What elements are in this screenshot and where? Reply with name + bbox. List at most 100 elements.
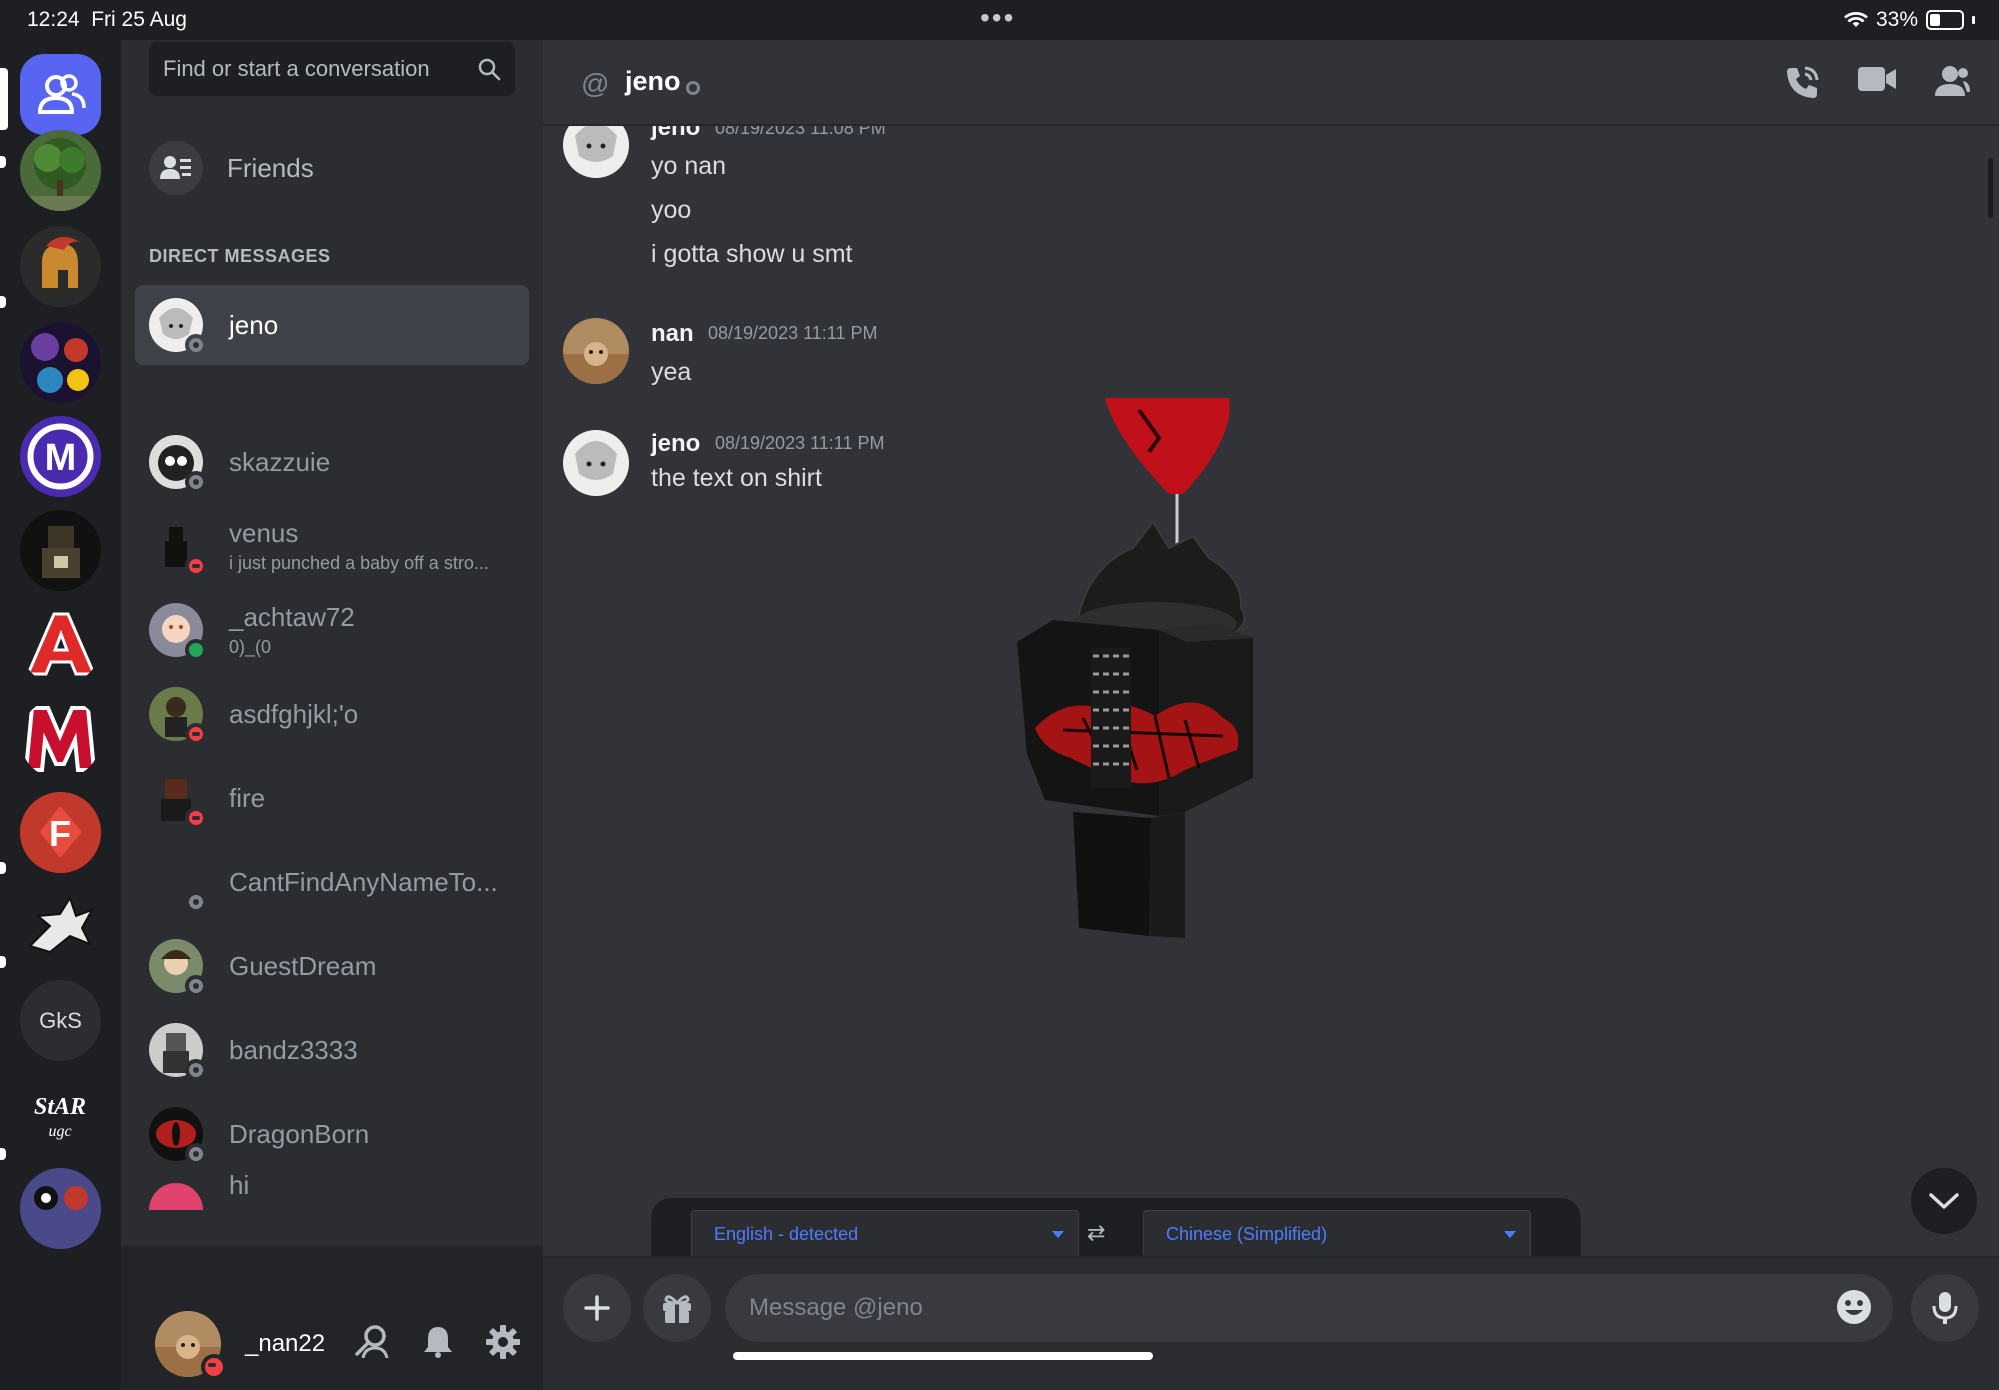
message-text: the text on shirt bbox=[651, 464, 822, 492]
voice-call-icon[interactable] bbox=[1783, 64, 1821, 102]
voice-message-button[interactable] bbox=[1911, 1274, 1979, 1342]
dm-item-achtaw72[interactable]: _achtaw72 0)_(0 bbox=[135, 590, 529, 670]
battery-icon bbox=[1926, 10, 1964, 30]
emoji-icon[interactable] bbox=[1835, 1288, 1873, 1326]
server-f-logo[interactable]: F bbox=[20, 792, 101, 873]
direct-messages-header: DIRECT MESSAGES bbox=[149, 246, 331, 266]
server-gks[interactable]: GkS bbox=[20, 980, 101, 1061]
unread-indicator bbox=[0, 1148, 6, 1160]
avatar-render-image bbox=[1017, 398, 1253, 938]
dm-item-dragonborn[interactable]: DragonBorn bbox=[135, 1094, 529, 1174]
server-collage[interactable] bbox=[20, 322, 101, 403]
star-logo-icon: StAR ugc bbox=[20, 1074, 101, 1155]
avatar[interactable] bbox=[563, 318, 629, 384]
battery-nub bbox=[1972, 16, 1975, 24]
message-input-placeholder: Message @jeno bbox=[749, 1294, 923, 1321]
m-red-logo-icon bbox=[23, 706, 97, 772]
friends-nav-item[interactable]: Friends bbox=[149, 136, 314, 200]
dm-item-jeno-selected[interactable]: jeno bbox=[135, 285, 529, 365]
dm-item-bandz3333[interactable]: bandz3333 bbox=[135, 1010, 529, 1090]
svg-text:F: F bbox=[49, 813, 71, 854]
m-logo-icon: M bbox=[20, 416, 101, 497]
dm-name: _achtaw72 bbox=[229, 602, 355, 632]
settings-gear-icon[interactable] bbox=[485, 1324, 521, 1360]
scrollbar-thumb[interactable] bbox=[1988, 158, 1993, 218]
chat-title[interactable]: jeno bbox=[625, 66, 681, 97]
status-dnd-icon bbox=[185, 555, 207, 577]
server-m-red[interactable] bbox=[20, 698, 101, 779]
status-dnd-icon bbox=[185, 807, 207, 829]
server-dark-figure[interactable] bbox=[20, 510, 101, 591]
server-m-purple[interactable]: M bbox=[20, 416, 101, 497]
server-spartan[interactable] bbox=[20, 226, 101, 307]
dm-name: venus bbox=[229, 518, 299, 548]
status-offline-icon bbox=[185, 471, 207, 493]
source-language-value: English - detected bbox=[714, 1223, 859, 1244]
dm-item-asdfghjkl[interactable]: asdfghjkl;'o bbox=[135, 674, 529, 754]
dragon-icon bbox=[28, 895, 95, 954]
server-avatar-group[interactable] bbox=[20, 1168, 101, 1249]
battery-level bbox=[1930, 14, 1940, 26]
message-text: yo nan bbox=[651, 152, 727, 180]
message-input[interactable]: Message @jeno bbox=[725, 1274, 1893, 1342]
search-icon bbox=[478, 58, 501, 81]
bell-icon[interactable] bbox=[421, 1324, 455, 1358]
search-input[interactable]: Find or start a conversation bbox=[149, 42, 515, 96]
dm-item-venus[interactable]: venus i just punched a baby off a stro..… bbox=[135, 506, 529, 586]
add-attachment-button[interactable] bbox=[563, 1274, 631, 1342]
server-gks-label: GkS bbox=[39, 1007, 82, 1033]
avatar bbox=[149, 1183, 203, 1210]
image-attachment[interactable] bbox=[923, 398, 1483, 958]
status-offline-icon bbox=[686, 81, 700, 95]
message-author[interactable]: jeno bbox=[651, 430, 700, 458]
target-language-select[interactable]: Chinese (Simplified) bbox=[1143, 1210, 1531, 1258]
at-icon: @ bbox=[581, 68, 610, 99]
home-indicator[interactable] bbox=[733, 1352, 1153, 1360]
multitasking-dots-icon[interactable]: ••• bbox=[980, 2, 1015, 34]
wifi-icon bbox=[1843, 12, 1868, 27]
status-offline-icon bbox=[185, 975, 207, 997]
direct-messages-home-button[interactable] bbox=[20, 54, 101, 135]
plus-icon bbox=[584, 1295, 610, 1321]
a-logo-icon bbox=[25, 612, 97, 676]
unread-indicator bbox=[0, 296, 6, 308]
status-offline-icon bbox=[185, 1059, 207, 1081]
video-call-icon[interactable] bbox=[1857, 64, 1897, 94]
spartan-helmet-icon bbox=[20, 226, 101, 307]
friends-label: Friends bbox=[227, 152, 314, 183]
unread-indicator bbox=[0, 156, 6, 168]
swap-languages-icon[interactable]: ⇄ bbox=[1087, 1220, 1105, 1246]
status-offline-icon bbox=[185, 1143, 207, 1165]
figure-avatar-icon bbox=[20, 510, 101, 591]
dm-item-cantfindanyname[interactable]: CantFindAnyNameTo... bbox=[135, 842, 529, 922]
server-dragon[interactable] bbox=[20, 886, 101, 967]
dm-item-fire[interactable]: fire bbox=[135, 758, 529, 838]
dm-item-hi[interactable]: hi bbox=[135, 1170, 529, 1210]
message-timestamp: 08/19/2023 11:11 PM bbox=[708, 323, 878, 343]
dm-name: asdfghjkl;'o bbox=[229, 698, 359, 729]
source-language-select[interactable]: English - detected bbox=[691, 1210, 1079, 1258]
server-list: M F GkS StAR ugc bbox=[0, 40, 121, 1390]
member-list-icon[interactable] bbox=[1933, 64, 1971, 98]
svg-text:StAR: StAR bbox=[34, 1094, 86, 1120]
server-tree[interactable] bbox=[20, 130, 101, 211]
svg-text:ugc: ugc bbox=[48, 1123, 71, 1140]
gift-button[interactable] bbox=[643, 1274, 711, 1342]
avatar[interactable] bbox=[563, 430, 629, 496]
selected-indicator bbox=[0, 68, 8, 130]
dm-item-skazzuie[interactable]: skazzuie bbox=[135, 422, 529, 502]
f-logo-icon: F bbox=[20, 792, 101, 873]
message-author[interactable]: nan bbox=[651, 320, 694, 348]
dm-item-guestdream[interactable]: GuestDream bbox=[135, 926, 529, 1006]
friends-icon bbox=[149, 141, 203, 195]
microphone-icon bbox=[1932, 1292, 1958, 1324]
friends-home-icon bbox=[37, 73, 86, 114]
user-search-icon[interactable] bbox=[353, 1324, 391, 1358]
dm-name: fire bbox=[229, 782, 266, 813]
chat-area: @ jeno jeno 08/19/2023 11:08 PM yo nan y… bbox=[543, 40, 1999, 1390]
dm-name: CantFindAnyNameTo... bbox=[229, 866, 498, 897]
server-a-logo[interactable] bbox=[20, 604, 101, 685]
server-star[interactable]: StAR ugc bbox=[20, 1074, 101, 1155]
jump-to-present-button[interactable] bbox=[1911, 1168, 1977, 1234]
tree-icon bbox=[20, 130, 101, 211]
